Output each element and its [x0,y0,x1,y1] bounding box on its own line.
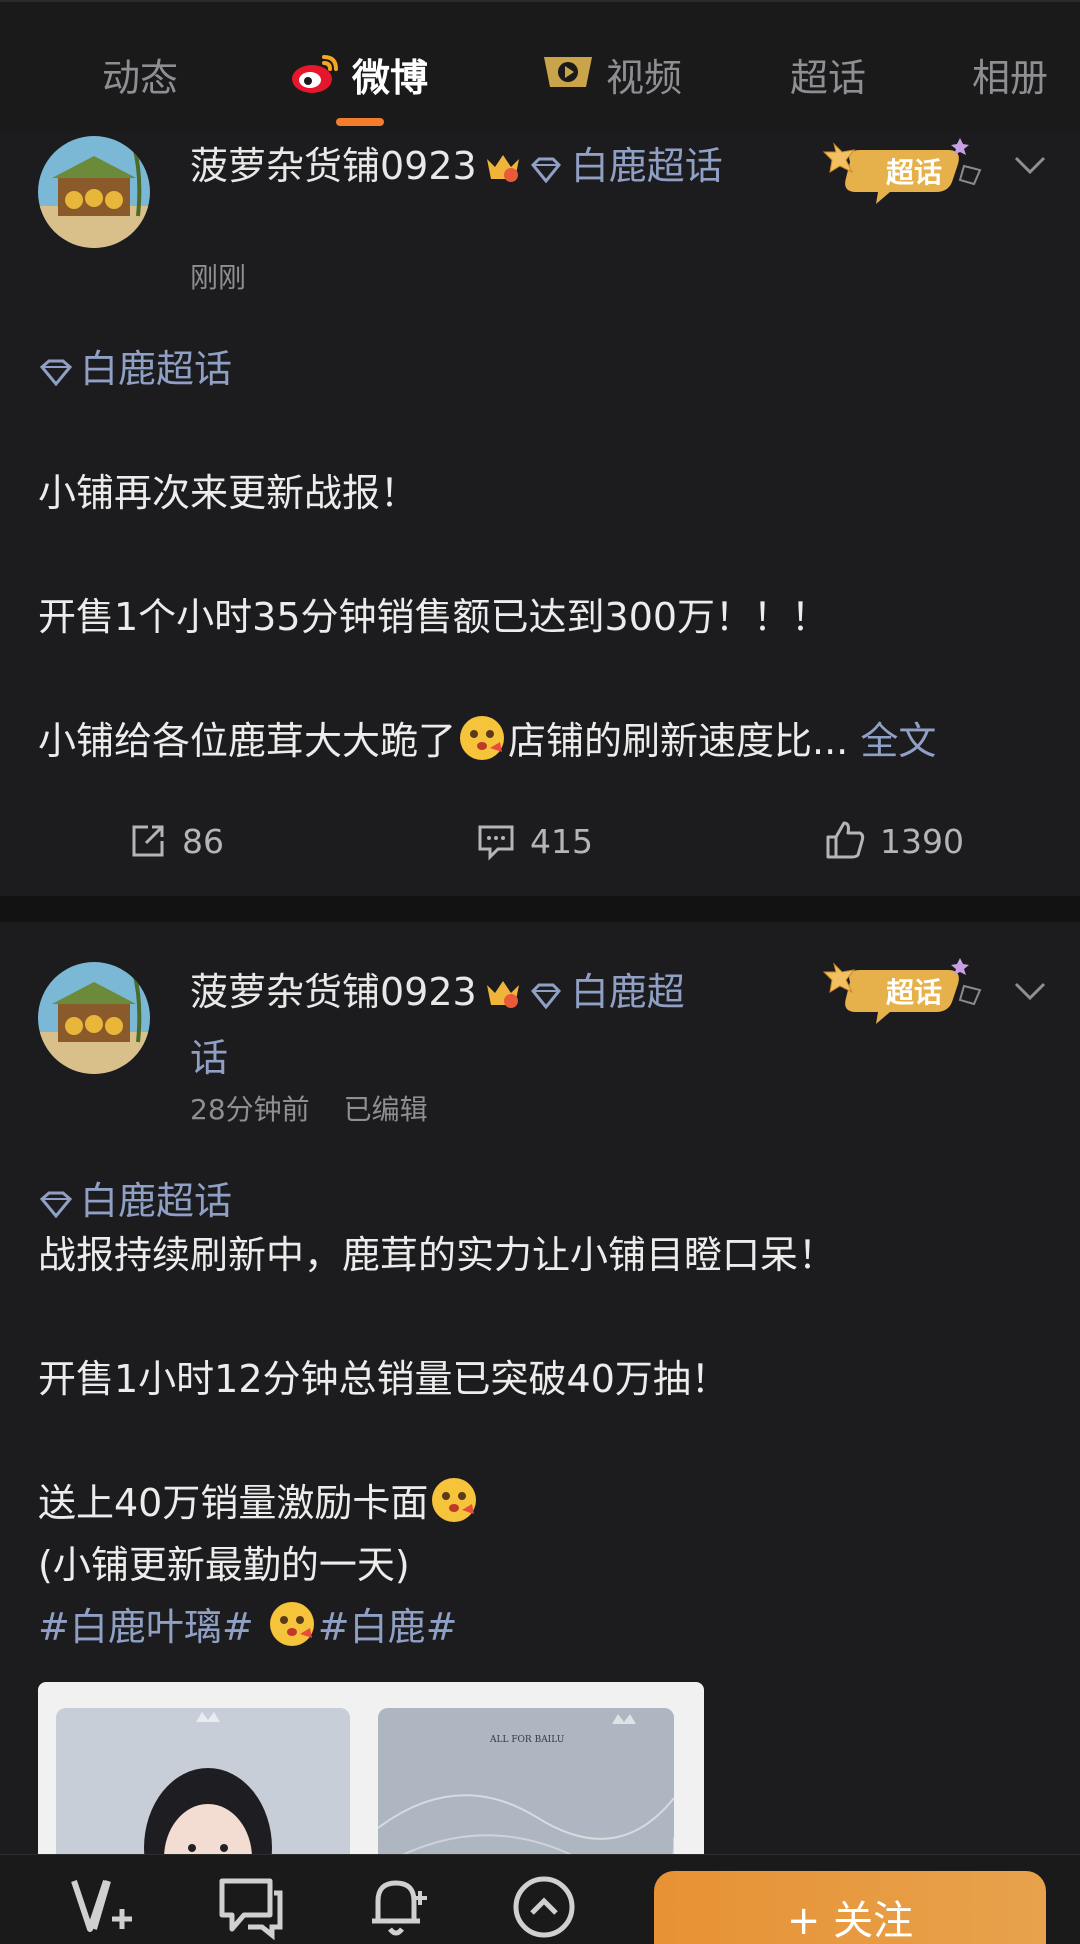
comment-button[interactable]: 415 [476,818,593,866]
post-line-3-tail: 店铺的刷新速度比... [508,719,849,763]
post-time: 28分钟前 [190,1093,310,1126]
badge-text: 超话 [886,156,942,189]
post-line-3-text: 小铺给各位鹿茸大大跪了 [38,719,457,763]
post-divider [0,896,1080,922]
post-image-portrait[interactable] [56,1708,350,1862]
kneel-emoji-icon [428,1474,480,1526]
post-line-1: 小铺再次来更新战报！ [38,471,419,515]
repost-count: 86 [182,822,224,861]
post-meta: 28分钟前 已编辑 [190,1088,462,1128]
username-line[interactable]: 菠萝杂货铺0923 白鹿超话 [190,136,730,202]
tab-video[interactable]: 视频 [540,50,682,106]
weibo-logo-icon [290,51,342,110]
comment-count: 415 [530,822,593,861]
post-image-card[interactable]: ALL FOR BAILU [378,1708,674,1862]
repost-button[interactable]: 86 [128,818,224,866]
like-count: 1390 [880,822,964,861]
thumbs-up-icon [826,821,865,859]
post-line-3: 小铺给各位鹿茸大大跪了 店铺的刷新速度比... 全文 [38,710,1048,772]
full-text-link[interactable]: 全文 [860,719,936,763]
post-card[interactable]: 菠萝杂货铺0923 白鹿超话 刚刚 超话 白鹿超话 小铺再次来更新战报！ 开售1个… [0,132,1080,894]
post-line-3: 送上40万销量激励卡面 [38,1472,1048,1534]
scroll-top-icon[interactable] [508,1871,580,1943]
post-line-4: (小铺更新最勤的一天) [38,1543,410,1587]
super-topic-link[interactable]: 白鹿超 [571,970,685,1014]
super-topic-tag[interactable]: 白鹿超话 [38,338,232,393]
top-tab-bar: 动态 微博 视频 超话 相册 [0,0,1080,132]
edited-label[interactable]: 已编辑 [344,1093,428,1126]
tab-super-topic[interactable]: 超话 [790,50,866,106]
like-button[interactable]: 1390 [824,818,964,866]
tab-weibo-label: 微博 [352,56,429,100]
image-caption: ALL FOR BAILU [489,1735,565,1745]
tab-album[interactable]: 相册 [972,50,1048,106]
verified-add-icon[interactable] [66,1871,138,1943]
post-line-1: 战报持续刷新中，鹿茸的实力让小铺目瞪口呆！ [38,1233,837,1277]
username[interactable]: 菠萝杂货铺0923 [190,144,477,188]
post-hashtags: #白鹿叶璃# #白鹿# [38,1596,1048,1658]
tab-video-label: 视频 [606,56,683,100]
post-actions: 86 415 1390 [0,802,1080,882]
super-topic-link-wrap[interactable]: 话 [190,1036,228,1080]
diamond-icon [529,966,563,1026]
notification-bell-icon[interactable] [362,1871,434,1943]
crown-badge-icon [483,968,523,1028]
follow-button[interactable]: + 关注 [654,1871,1046,1944]
bottom-action-bar: + 关注 [0,1854,1080,1944]
kneel-emoji-icon [456,712,508,764]
post-line-3-text: 送上40万销量激励卡面 [38,1481,429,1525]
super-topic-tag[interactable]: 白鹿超话 [38,1170,232,1225]
comment-icon [478,825,514,861]
active-tab-indicator [336,118,384,126]
super-topic-tag-label: 白鹿超话 [80,1179,233,1223]
post-line-2: 开售1个小时35分钟销售额已达到300万！！！ [38,595,830,639]
post-line-2: 开售1小时12分钟总销量已突破40万抽！ [38,1357,729,1401]
hashtag-link[interactable]: #白鹿# [318,1605,458,1649]
super-topic-link[interactable]: 白鹿超话 [571,144,723,188]
tab-dynamics[interactable]: 动态 [102,50,178,106]
repost-icon [132,825,164,857]
diamond-icon [529,140,563,200]
avatar[interactable] [38,136,150,248]
tab-weibo[interactable]: 微博 [290,50,428,106]
username[interactable]: 菠萝杂货铺0923 [190,970,477,1014]
avatar[interactable] [38,962,150,1074]
chevron-down-icon[interactable] [1010,972,1050,1012]
super-topic-tag-label: 白鹿超话 [80,347,233,391]
hashtag-link[interactable]: #白鹿叶璃# [38,1605,254,1649]
chevron-down-icon[interactable] [1010,146,1050,186]
post-image-grid: ALL FOR BAILU [38,1682,704,1862]
badge-text: 超话 [886,976,942,1009]
crown-badge-icon [483,142,523,202]
post-meta: 刚刚 [190,256,280,296]
video-icon [540,51,596,110]
username-line[interactable]: 菠萝杂货铺0923 白鹿超话 [190,962,730,1088]
post-time: 刚刚 [190,261,247,294]
message-icon[interactable] [214,1871,286,1943]
super-topic-badge[interactable]: 超话 [820,132,990,222]
kneel-emoji-icon [266,1598,318,1650]
super-topic-badge[interactable]: 超话 [820,952,990,1042]
